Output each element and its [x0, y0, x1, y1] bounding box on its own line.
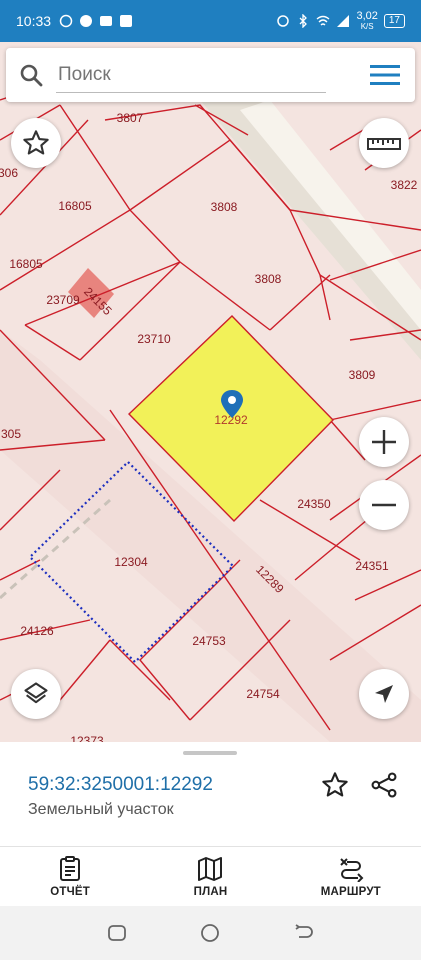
star-outline-icon: [322, 772, 348, 797]
parcel-label: 12304: [114, 555, 148, 569]
zoom-out-button[interactable]: [359, 480, 409, 530]
share-button[interactable]: [367, 768, 401, 802]
system-navigation-bar: [0, 906, 421, 960]
parcel-label: 23709: [46, 293, 80, 307]
chat-icon: [80, 15, 93, 27]
parcel-label: 3807: [117, 111, 144, 125]
bottom-tab-bar: ОТЧЁТ ПЛАН МАРШРУТ: [0, 846, 421, 906]
tab-label: ПЛАН: [193, 885, 228, 898]
message-icon: [100, 16, 113, 26]
parcel-label: 24126: [20, 624, 54, 638]
recent-apps-icon[interactable]: [107, 923, 127, 943]
layers-icon: [24, 682, 48, 704]
signal-icon: [337, 15, 350, 27]
status-time: 10:33: [16, 13, 52, 29]
parcel-label: 3809: [349, 368, 376, 382]
my-location-button[interactable]: [359, 669, 409, 719]
menu-icon[interactable]: [355, 64, 415, 86]
tab-route[interactable]: МАРШРУТ: [281, 847, 421, 906]
layers-button[interactable]: [11, 669, 61, 719]
battery-indicator: 17: [383, 14, 405, 28]
parcel-label: 24753: [192, 634, 226, 648]
minus-icon: [372, 503, 396, 507]
map-plan-icon: [198, 856, 223, 881]
tab-label: ОТЧЁТ: [50, 885, 91, 898]
back-icon[interactable]: [294, 923, 314, 943]
gallery-icon: [120, 15, 133, 27]
share-icon: [371, 772, 397, 798]
status-bar: 10:33 3,02 K/S 17: [0, 0, 421, 42]
navigation-arrow-icon: [375, 685, 393, 703]
home-icon[interactable]: [200, 923, 220, 943]
parcel-label: 3808: [211, 200, 238, 214]
bluetooth-icon: [299, 14, 308, 28]
parcel-label: 24350: [297, 497, 331, 511]
cadastral-map[interactable]: 3807 306 16805 3808 3822 16805 23709 241…: [0, 42, 421, 742]
parcel-label: 3822: [391, 178, 418, 192]
parcel-label: 12373: [70, 734, 104, 742]
favorite-button[interactable]: [318, 768, 352, 802]
parcel-label: 16805: [9, 257, 43, 271]
notification-icons: [59, 14, 133, 28]
parcel-label: 3808: [255, 272, 282, 286]
search-input[interactable]: [56, 57, 326, 93]
ruler-button[interactable]: [359, 118, 409, 168]
net-speed-value: 3,02: [356, 9, 378, 22]
app-screen: 10:33 3,02 K/S 17 3807 306 16805 3808 38…: [0, 0, 421, 960]
wifi-icon: [317, 15, 330, 26]
parcel-type: Земельный участок: [28, 801, 174, 818]
plus-icon: [372, 430, 396, 454]
parcel-label: 306: [0, 166, 18, 180]
tab-report[interactable]: ОТЧЁТ: [0, 847, 140, 906]
tab-label: МАРШРУТ: [320, 885, 381, 898]
cadastral-number[interactable]: 59:32:3250001:12292: [28, 774, 213, 796]
search-icon[interactable]: [6, 63, 56, 87]
parcel-label: 305: [1, 427, 21, 441]
parcel-label: 24351: [355, 559, 389, 573]
net-speed: 3,02 K/S: [356, 9, 378, 32]
status-right: 3,02 K/S 17: [276, 9, 405, 32]
search-bar: [6, 48, 415, 102]
parcel-label: 23710: [137, 332, 171, 346]
net-speed-unit: K/S: [360, 21, 374, 31]
parcel-label: 16805: [58, 199, 92, 213]
parcel-label: 24754: [246, 687, 280, 701]
route-icon: [340, 857, 364, 882]
alarm-icon: [277, 15, 290, 27]
sheet-handle[interactable]: [183, 751, 237, 755]
zoom-in-button[interactable]: [359, 417, 409, 467]
map-canvas[interactable]: 3807 306 16805 3808 3822 16805 23709 241…: [0, 42, 421, 742]
whatsapp-icon: [59, 14, 73, 28]
favorite-map-button[interactable]: [11, 118, 61, 168]
tab-plan[interactable]: ПЛАН: [140, 847, 280, 906]
report-icon: [60, 855, 81, 881]
star-icon: [23, 130, 49, 155]
parcel-info-sheet[interactable]: 59:32:3250001:12292 Земельный участок: [0, 742, 421, 846]
ruler-icon: [367, 138, 401, 150]
